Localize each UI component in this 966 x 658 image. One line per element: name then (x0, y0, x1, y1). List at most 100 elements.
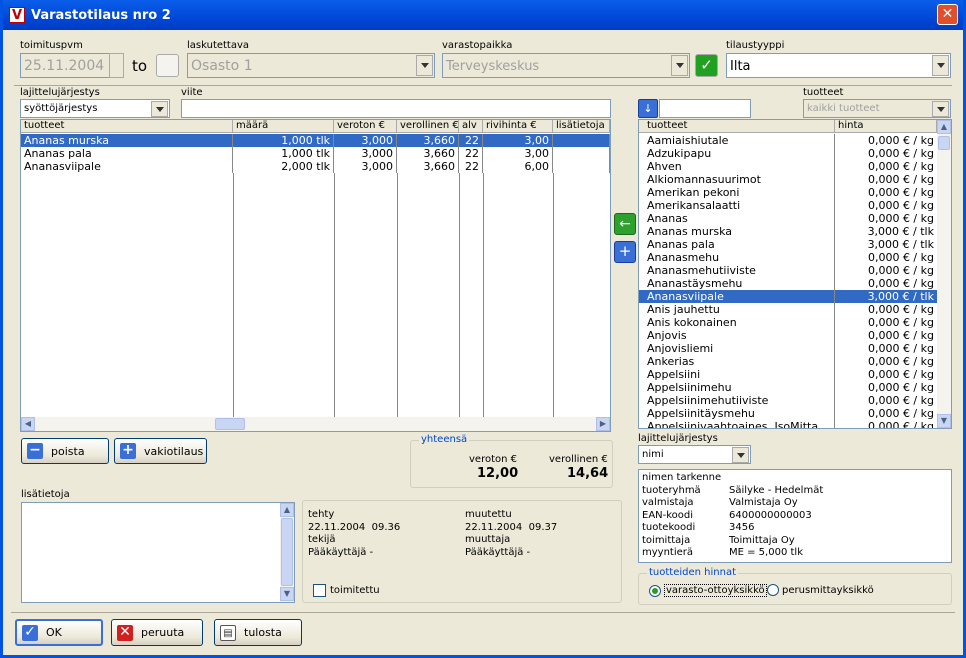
horizontal-scrollbar[interactable]: ◀ ▶ (21, 417, 610, 431)
product-row[interactable]: Anis kokonainen 0,000 € / kg (639, 316, 937, 329)
table-row[interactable]: Ananas pala 1,000 tlk 3,000 3,660 22 3,00 (21, 147, 610, 160)
vertical-scrollbar[interactable]: ▲ ▼ (280, 503, 294, 602)
scroll-left-icon[interactable]: ◀ (21, 417, 35, 431)
product-row[interactable]: Anjovis 0,000 € / kg (639, 329, 937, 342)
chevron-down-icon[interactable] (732, 447, 749, 463)
chevron-down-icon[interactable] (932, 55, 949, 76)
product-row[interactable]: Anis jauhettu 0,000 € / kg (639, 303, 937, 316)
toimitettu-checkbox[interactable]: toimitettu (313, 584, 380, 597)
scroll-thumb[interactable] (938, 136, 950, 150)
product-row[interactable]: Ananas pala 3,000 € / tlk (639, 238, 937, 251)
scroll-up-icon[interactable]: ▲ (937, 120, 951, 134)
col-header[interactable]: määrä (233, 120, 334, 132)
close-button[interactable]: ✕ (937, 4, 958, 25)
chevron-down-icon[interactable] (932, 101, 949, 117)
chevron-down-icon[interactable] (671, 55, 688, 76)
product-row[interactable]: Ananasviipale 3,000 € / tlk (639, 290, 937, 303)
product-row[interactable]: Ananasmehu 0,000 € / kg (639, 251, 937, 264)
radio-unchecked-icon[interactable] (767, 584, 779, 596)
product-row[interactable]: Appelsiinitäysmehu 0,000 € / kg (639, 407, 937, 420)
radio-perus[interactable]: perusmittayksikkö (767, 584, 874, 596)
col-header[interactable]: hinta (835, 120, 937, 132)
scroll-right-icon[interactable]: ▶ (596, 417, 610, 431)
product-search-input[interactable] (659, 99, 751, 118)
product-row[interactable]: Amerikan pekoni 0,000 € / kg (639, 186, 937, 199)
minus-icon: − (27, 443, 43, 459)
product-row[interactable]: Adzukipapu 0,000 € / kg (639, 147, 937, 160)
product-row[interactable]: Appelsiinivaahtoaines, IsoMitta 0,000 € /… (639, 420, 937, 429)
product-row[interactable]: Ananastäysmehu 0,000 € / kg (639, 277, 937, 290)
vakiotilaus-button[interactable]: + vakiotilaus (114, 438, 207, 464)
product-row[interactable]: Appelsiinimehutiiviste 0,000 € / kg (639, 394, 937, 407)
check-icon[interactable]: ✓ (695, 54, 718, 77)
tilaustyyppi-value: Ilta (730, 59, 751, 74)
col-header[interactable]: alv (459, 120, 483, 132)
tulosta-button[interactable]: ▤ tulosta (214, 619, 302, 646)
product-price: 0,000 € / kg (867, 342, 934, 355)
checkbox-box[interactable] (313, 584, 326, 597)
chevron-down-icon[interactable] (416, 55, 433, 76)
order-grid[interactable]: tuotteet määrä veroton € verollinen € al… (20, 119, 611, 432)
viite-input[interactable] (181, 99, 611, 118)
product-name: Ananas pala (639, 238, 835, 251)
radio-varasto[interactable]: varasto-ottoyksikkö (649, 584, 767, 597)
product-row[interactable]: Ananasmehutiiviste 0,000 € / kg (639, 264, 937, 277)
scroll-down-icon[interactable]: ▼ (280, 587, 294, 601)
cell: 3,000 (334, 134, 397, 147)
date-spinner[interactable] (109, 53, 124, 78)
peruuta-button[interactable]: ✕ peruuta (111, 619, 203, 646)
tilaustyyppi-select[interactable]: Ilta (726, 53, 951, 78)
product-name: Ananas murska (639, 225, 835, 238)
product-row[interactable]: Aamiaishiutale 0,000 € / kg (639, 134, 937, 147)
product-price: 0,000 € / kg (867, 420, 934, 429)
poista-button[interactable]: − poista (21, 438, 109, 464)
detail-key: toimittaja (642, 534, 691, 546)
sort-down-icon[interactable]: ↓ (638, 99, 658, 118)
detail-key: valmistaja (642, 497, 694, 508)
product-row[interactable]: Appelsiinimehu 0,000 € / kg (639, 381, 937, 394)
product-price: 0,000 € / kg (867, 316, 934, 329)
ok-button[interactable]: ✓ OK (15, 619, 103, 646)
product-row[interactable]: Ananas 0,000 € / kg (639, 212, 937, 225)
product-row[interactable]: Anjovisliemi 0,000 € / kg (639, 342, 937, 355)
order-window: V Varastotilaus nro 2 ✕ toimituspvm 25.1… (0, 0, 966, 658)
table-row[interactable]: Ananasviipale 2,000 tlk 3,000 3,660 22 6,00 (21, 160, 610, 173)
varastopaikka-select[interactable]: Terveyskeskus (442, 53, 690, 78)
toimituspvm-field[interactable]: 25.11.2004 (20, 53, 110, 78)
product-row[interactable]: Alkiomannasuurimot 0,000 € / kg (639, 173, 937, 186)
product-filter-select[interactable]: kaikki tuotteet (803, 99, 951, 118)
add-icon[interactable]: + (614, 241, 636, 263)
col-header[interactable]: lisätietoja (553, 120, 610, 132)
product-row[interactable]: Ahven 0,000 € / kg (639, 160, 937, 173)
col-header[interactable]: verollinen € (397, 120, 459, 132)
scroll-thumb[interactable] (215, 418, 245, 430)
lisatietoja-textarea[interactable]: ▲ ▼ (21, 502, 295, 603)
vertical-scrollbar[interactable]: ▲ ▼ (937, 120, 951, 428)
calendar-button[interactable] (156, 54, 179, 77)
title-bar[interactable]: V Varastotilaus nro 2 ✕ (3, 0, 963, 30)
product-sort-select[interactable]: nimi (638, 445, 751, 464)
product-row[interactable]: Appelsiini 0,000 € / kg (639, 368, 937, 381)
scroll-up-icon[interactable]: ▲ (280, 503, 294, 517)
product-row[interactable]: Amerikansalaatti 0,000 € / kg (639, 199, 937, 212)
cell: 3,00 (483, 134, 553, 147)
laskutettava-select[interactable]: Osasto 1 (187, 53, 435, 78)
product-row[interactable]: Ankerias 0,000 € / kg (639, 355, 937, 368)
cell (553, 134, 610, 147)
scroll-down-icon[interactable]: ▼ (937, 414, 951, 428)
tulosta-label: tulosta (244, 626, 282, 639)
product-row[interactable]: Ananas murska 3,000 € / tlk (639, 225, 937, 238)
product-list[interactable]: tuotteet hinta Aamiaishiutale 0,000 € / k… (638, 119, 952, 429)
col-header[interactable]: veroton € (334, 120, 397, 132)
col-header[interactable]: rivihinta € (483, 120, 553, 132)
scroll-thumb[interactable] (281, 518, 293, 586)
col-header[interactable]: tuotteet (639, 120, 835, 132)
table-row[interactable]: Ananas murska 1,000 tlk 3,000 3,660 22 3,00 (21, 134, 610, 147)
sort-select[interactable]: syöttöjärjestys (20, 99, 170, 118)
col-header[interactable]: tuotteet (21, 120, 233, 132)
product-name: Adzukipapu (639, 147, 835, 160)
radio-checked-icon[interactable] (649, 584, 661, 597)
chevron-down-icon[interactable] (151, 101, 168, 117)
product-price: 0,000 € / kg (867, 212, 934, 225)
move-left-icon[interactable]: ← (614, 213, 636, 235)
